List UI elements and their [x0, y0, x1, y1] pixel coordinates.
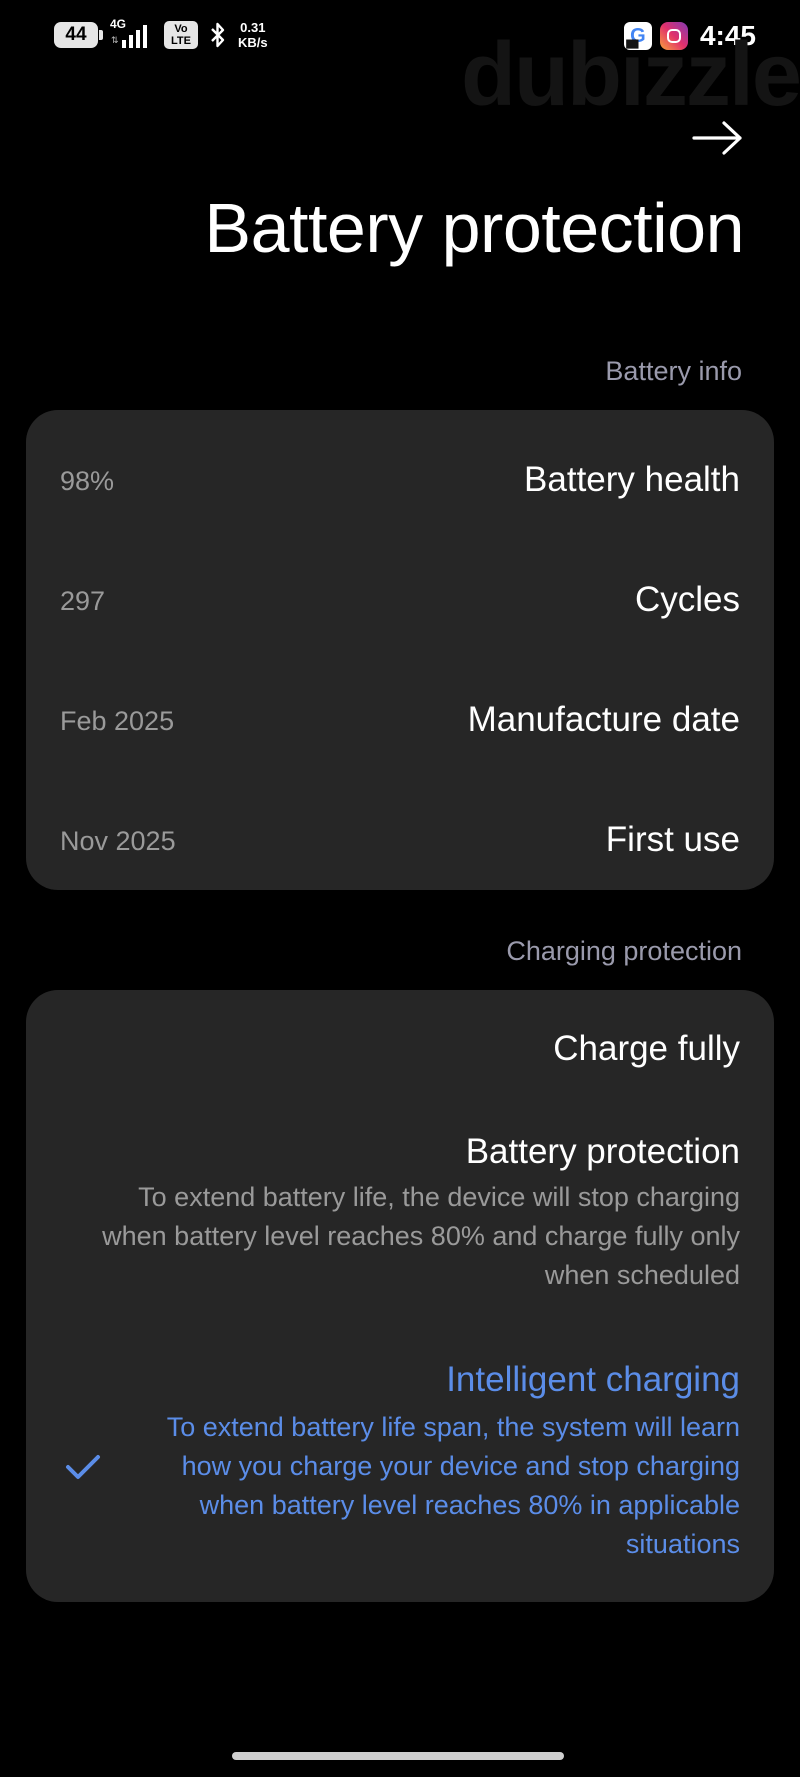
charging-protection-card: Charge fully Battery protection To exten… — [26, 990, 774, 1602]
battery-indicator: 44 — [54, 22, 103, 48]
battery-health-value: 98% — [60, 466, 115, 496]
battery-info-card: 98% Battery health 297 Cycles Feb 2025 M… — [26, 410, 774, 890]
option-battery-protection[interactable]: Battery protection To extend battery lif… — [26, 1110, 774, 1310]
info-row-first-use: Nov 2025 First use — [26, 812, 774, 872]
cycles-label: Cycles — [634, 580, 740, 619]
section-label-charging-protection: Charging protection — [506, 936, 742, 966]
first-use-label: First use — [605, 820, 740, 859]
home-indicator[interactable] — [232, 1752, 564, 1760]
clock: 4:45 — [699, 20, 756, 51]
status-right: G 4:45 — [623, 20, 756, 52]
manufacture-date-value: Feb 2025 — [60, 706, 175, 736]
first-use-value: Nov 2025 — [60, 826, 176, 856]
option-intelligent-charging[interactable]: Intelligent charging To extend battery l… — [26, 1330, 774, 1590]
data-speed-value: 0.31 — [240, 20, 266, 35]
google-icon: G — [623, 22, 652, 50]
volte-badge: Vo LTE — [164, 21, 198, 49]
page-title: Battery protection — [204, 189, 744, 267]
checkmark-icon — [66, 1455, 100, 1479]
option-intelligent-charging-description: To extend battery life span, the system … — [166, 1412, 740, 1559]
bluetooth-icon — [211, 22, 225, 48]
cycles-value: 297 — [60, 586, 106, 616]
info-row-cycles: 297 Cycles — [26, 572, 774, 632]
info-row-manufacture-date: Feb 2025 Manufacture date — [26, 692, 774, 752]
instagram-icon — [659, 22, 688, 50]
option-battery-protection-description: To extend battery life, the device will … — [102, 1182, 740, 1290]
arrow-right-icon[interactable] — [690, 118, 746, 158]
status-left: 44 4G ⇅ Vo LTE 0.31 KB/s — [54, 17, 268, 50]
data-speed: 0.31 KB/s — [238, 20, 268, 50]
signal-bars-icon — [122, 24, 147, 48]
data-arrows-icon: ⇅ — [111, 35, 119, 45]
section-label-battery-info: Battery info — [605, 356, 742, 386]
cellular-signal: 4G ⇅ — [108, 17, 154, 50]
option-charge-fully[interactable]: Charge fully — [26, 990, 774, 1090]
status-bar: 44 4G ⇅ Vo LTE 0.31 KB/s G 4:45 — [0, 0, 800, 72]
option-charge-fully-title: Charge fully — [553, 1029, 740, 1068]
info-row-battery-health: 98% Battery health — [26, 452, 774, 512]
option-intelligent-charging-title: Intelligent charging — [446, 1360, 740, 1399]
manufacture-date-label: Manufacture date — [467, 700, 740, 739]
battery-health-label: Battery health — [524, 460, 740, 499]
data-speed-unit: KB/s — [238, 35, 268, 50]
option-battery-protection-title: Battery protection — [465, 1132, 740, 1171]
